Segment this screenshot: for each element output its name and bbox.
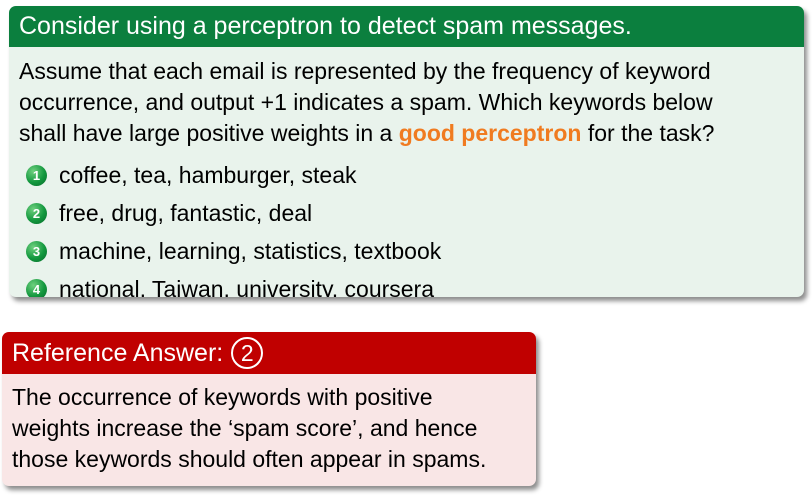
option-3: 3 machine, learning, statistics, textboo… xyxy=(19,232,804,270)
question-text: Assume that each email is represented by… xyxy=(19,56,804,149)
question-text-part: shall have large positive weights in a xyxy=(19,120,399,146)
question-title: Consider using a perceptron to detect sp… xyxy=(9,6,804,47)
option-number-bullet-icon: 2 xyxy=(26,202,47,224)
option-1: 1 coffee, tea, hamburger, steak xyxy=(19,156,804,194)
answer-title: Reference Answer: 2 xyxy=(2,332,536,374)
option-number-bullet-icon: 3 xyxy=(26,240,47,262)
question-text-line: shall have large positive weights in a g… xyxy=(19,118,804,149)
option-2: 2 free, drug, fantastic, deal xyxy=(19,194,804,232)
option-number-bullet-icon: 1 xyxy=(26,164,47,186)
highlight-good-perceptron: good perceptron xyxy=(398,120,582,146)
option-text: machine, learning, statistics, textbook xyxy=(59,238,442,264)
answer-text-line: The occurrence of keywords with positive xyxy=(12,384,433,410)
option-text: national, Taiwan, university, coursera xyxy=(59,276,435,297)
answer-number-circle-icon: 2 xyxy=(231,337,264,369)
question-text-line: occurrence, and output +1 indicates a sp… xyxy=(19,89,713,115)
answer-text-line: those keywords should often appear in sp… xyxy=(12,446,487,472)
option-text: coffee, tea, hamburger, steak xyxy=(59,162,357,188)
question-text-line: Assume that each email is represented by… xyxy=(19,58,711,84)
option-4: 4 national, Taiwan, university, coursera xyxy=(19,270,804,297)
answer-block: Reference Answer: 2 The occurrence of ke… xyxy=(2,332,536,486)
question-text-part: for the task? xyxy=(581,120,715,146)
answer-body: The occurrence of keywords with positive… xyxy=(2,374,536,475)
option-text: free, drug, fantastic, deal xyxy=(59,200,313,226)
answer-title-label: Reference Answer: xyxy=(12,339,224,367)
options-list: 1 coffee, tea, hamburger, steak 2 free, … xyxy=(19,156,804,297)
option-number-bullet-icon: 4 xyxy=(26,278,47,297)
question-body: Assume that each email is represented by… xyxy=(9,47,804,297)
question-block: Consider using a perceptron to detect sp… xyxy=(9,6,804,297)
answer-text-line: weights increase the ‘spam score’, and h… xyxy=(12,415,478,441)
